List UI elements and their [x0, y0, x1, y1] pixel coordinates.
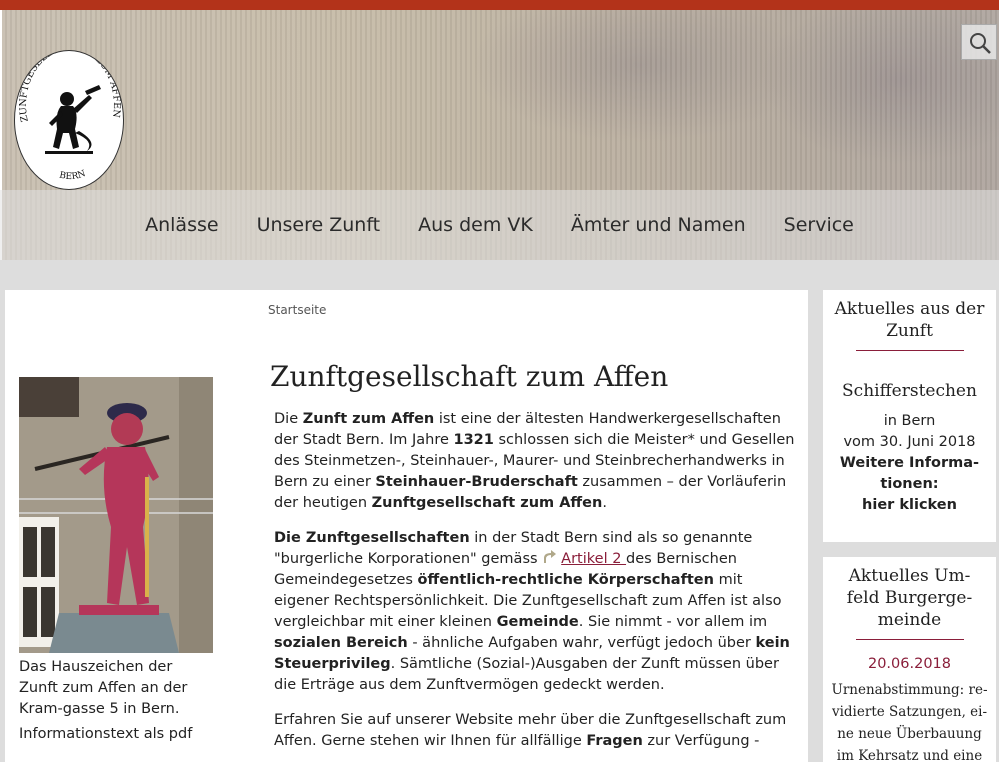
website-paragraph: Erfahren Sie auf unserer Website mehr üb… [270, 710, 795, 752]
pdf-info-link[interactable]: Informationstext als pdf [19, 724, 213, 745]
search-icon [970, 33, 991, 54]
sidebar-zunft-news: Aktuelles aus der Zunft Schifferstechen … [823, 290, 996, 542]
p3-text-2: zur Verfügung - [642, 733, 760, 749]
page-title: Zunftgesellschaft zum Affen [270, 360, 669, 393]
sidebar-divider [855, 639, 964, 640]
p2-bold-4: sozialen Bereich [274, 635, 408, 651]
search-button[interactable] [961, 24, 997, 60]
nav-item-aus-dem-vk[interactable]: Aus dem VK [399, 214, 552, 236]
p1-bold-3: Steinhauer-Bruderschaft [375, 474, 578, 490]
event-location: in Bern [883, 413, 936, 429]
nav-item-unsere-zunft[interactable]: Unsere Zunft [238, 214, 400, 236]
sidebar-burgergemeinde-news: Aktuelles Um-feld Burgerge-meinde 20.06.… [823, 557, 996, 762]
figure-caption: Das Hauszeichen der Zunft zum Affen an d… [19, 659, 188, 717]
sidebar-zunft-title: Aktuelles aus der Zunft [834, 299, 985, 341]
monkey-statue-image [19, 377, 213, 653]
intro-paragraph: Die Zunft zum Affen ist eine der älteste… [270, 409, 795, 514]
nav-item-service[interactable]: Service [765, 214, 873, 236]
sidebar-burgergemeinde-title: Aktuelles Um-feld Burgerge-meinde [846, 566, 973, 630]
event-date: vom 30. Juni 2018 [843, 434, 976, 450]
article: Zunftgesellschaft zum Affen Die Zunft zu… [270, 360, 795, 762]
news-date: 20.06.2018 [867, 656, 952, 672]
house-sign-figure: Das Hauszeichen der Zunft zum Affen an d… [19, 377, 213, 745]
click-here-link[interactable]: hier klicken [823, 495, 996, 516]
p2-text-5: - ähnliche Aufgaben wahr, verfügt jedoch… [407, 635, 756, 651]
corporation-paragraph: Die Zunftgesellschaften in der Stadt Ber… [270, 528, 795, 696]
external-link-icon [544, 550, 557, 563]
logo-text-bottom: BERN [58, 169, 87, 182]
monkey-icon [45, 85, 101, 154]
p2-bold-1: Die Zunftgesellschaften [274, 530, 470, 546]
p1-bold-4: Zunftgesellschaft zum Affen [371, 495, 603, 511]
header-banner: ZUNFTGESELLSCHAFT ZUM AFFEN BERN An [0, 10, 999, 260]
logo-emblem: ZUNFTGESELLSCHAFT ZUM AFFEN BERN [18, 51, 122, 182]
nav-item-anlaesse[interactable]: Anlässe [126, 214, 237, 236]
artikel-2-link[interactable]: Artikel 2 [561, 551, 626, 567]
p1-text-1: Die [274, 411, 303, 427]
house-sign-photo [19, 377, 213, 653]
main-navigation: Anlässe Unsere Zunft Aus dem VK Ämter un… [0, 190, 999, 260]
p1-bold-1: Zunft zum Affen [302, 411, 435, 427]
p2-bold-2: öffentlich-rechtliche Körperschaften [417, 572, 714, 588]
nav-item-aemter-und-namen[interactable]: Ämter und Namen [552, 214, 765, 236]
breadcrumb[interactable]: Startseite [268, 303, 326, 317]
site-logo[interactable]: ZUNFTGESELLSCHAFT ZUM AFFEN BERN [14, 50, 124, 190]
p2-bold-3: Gemeinde [496, 614, 579, 630]
p1-text-5: . [602, 495, 607, 511]
p2-text-4: . Sie nimmt - vor allem im [578, 614, 768, 630]
top-accent-bar [0, 0, 999, 10]
event-title: Schifferstechen [842, 381, 977, 401]
more-info-link-1[interactable]: Weitere Informa- [823, 453, 996, 474]
news-item[interactable]: Urnenabstimmung: re-vidierte Satzungen, … [823, 675, 996, 762]
sidebar-divider [855, 350, 964, 351]
p1-bold-2: 1321 [453, 432, 494, 448]
main-content-panel: Startseite Das Hauszeichen der Zunft zum… [5, 290, 808, 762]
svg-text:BERN: BERN [58, 169, 87, 182]
more-info-link-2[interactable]: tionen: [823, 474, 996, 495]
p3-bold-1: Fragen [586, 733, 643, 749]
